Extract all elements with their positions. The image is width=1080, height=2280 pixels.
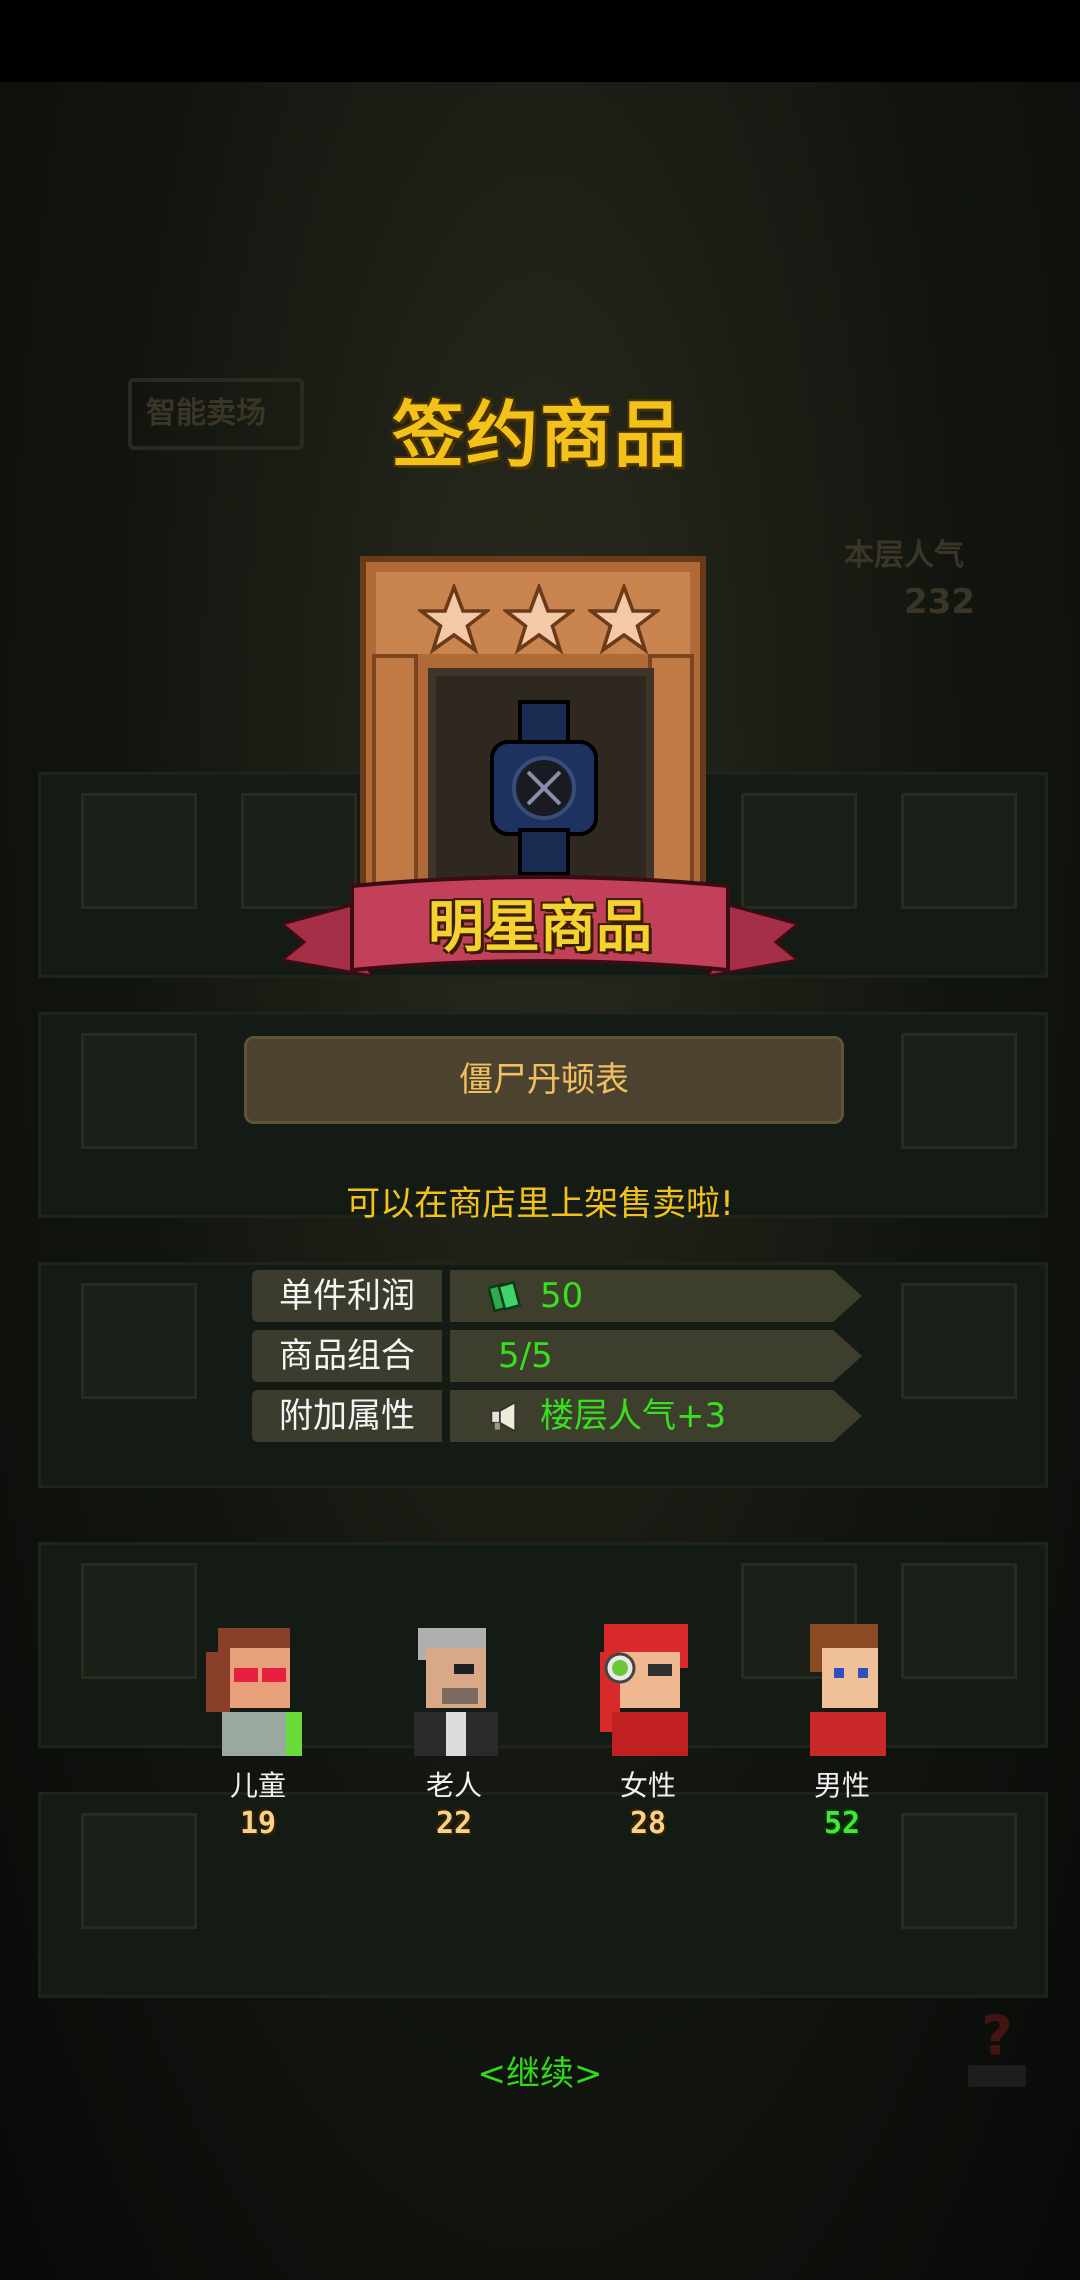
stat-row-profit: 单件利润 50	[252, 1270, 862, 1322]
floor-popularity-label: 本层人气	[844, 538, 964, 573]
svg-text:?: ?	[981, 2004, 1012, 2067]
elder-avatar	[414, 1628, 498, 1756]
stat-value: 50	[540, 1276, 584, 1316]
customer-count: 28	[629, 1806, 667, 1841]
stat-key: 附加属性	[252, 1390, 442, 1442]
status-bar	[0, 0, 1080, 82]
stat-value: 5/5	[498, 1336, 553, 1376]
star-icon	[503, 584, 575, 655]
stat-value-box: 楼层人气+3	[450, 1390, 862, 1442]
help-icon[interactable]: ?	[960, 2004, 1034, 2094]
continue-button[interactable]: <继续>	[0, 2046, 1080, 2095]
female-avatar	[600, 1624, 688, 1756]
stat-value-box: 5/5	[450, 1330, 862, 1382]
stat-key: 单件利润	[252, 1270, 442, 1322]
megaphone-icon	[490, 1400, 517, 1433]
stat-key: 商品组合	[252, 1330, 442, 1382]
customer-label: 儿童	[229, 1769, 286, 1802]
item-name: 僵尸丹顿表	[244, 1036, 844, 1124]
star-icon	[588, 584, 660, 655]
customer-count: 22	[435, 1806, 473, 1841]
customer-count: 19	[239, 1806, 277, 1841]
customer-female: 女性 28	[578, 1616, 718, 1866]
page-title: 签约商品	[391, 393, 688, 477]
star-item-badge: 明星商品	[428, 895, 652, 960]
star-icon	[418, 584, 490, 655]
description-text: 可以在商店里上架售卖啦!	[346, 1184, 734, 1224]
customer-label: 女性	[619, 1769, 676, 1802]
customer-label: 男性	[813, 1769, 870, 1802]
money-icon	[488, 1280, 522, 1313]
watch-icon	[490, 700, 598, 876]
item-card	[360, 556, 706, 922]
customer-elderly: 老人 22	[384, 1616, 524, 1866]
stat-value-box: 50	[450, 1270, 862, 1322]
child-avatar	[206, 1628, 302, 1756]
customer-children: 儿童 19	[188, 1616, 328, 1866]
stat-row-combo: 商品组合 5/5	[252, 1330, 862, 1382]
customer-male: 男性 52	[772, 1616, 912, 1866]
customer-count: 52	[823, 1806, 861, 1841]
floor-popularity-value: 232	[904, 582, 975, 622]
stat-value: 楼层人气+3	[540, 1396, 727, 1436]
stat-row-attribute: 附加属性 楼层人气+3	[252, 1390, 862, 1442]
male-avatar	[810, 1624, 886, 1756]
customer-label: 老人	[425, 1769, 482, 1802]
